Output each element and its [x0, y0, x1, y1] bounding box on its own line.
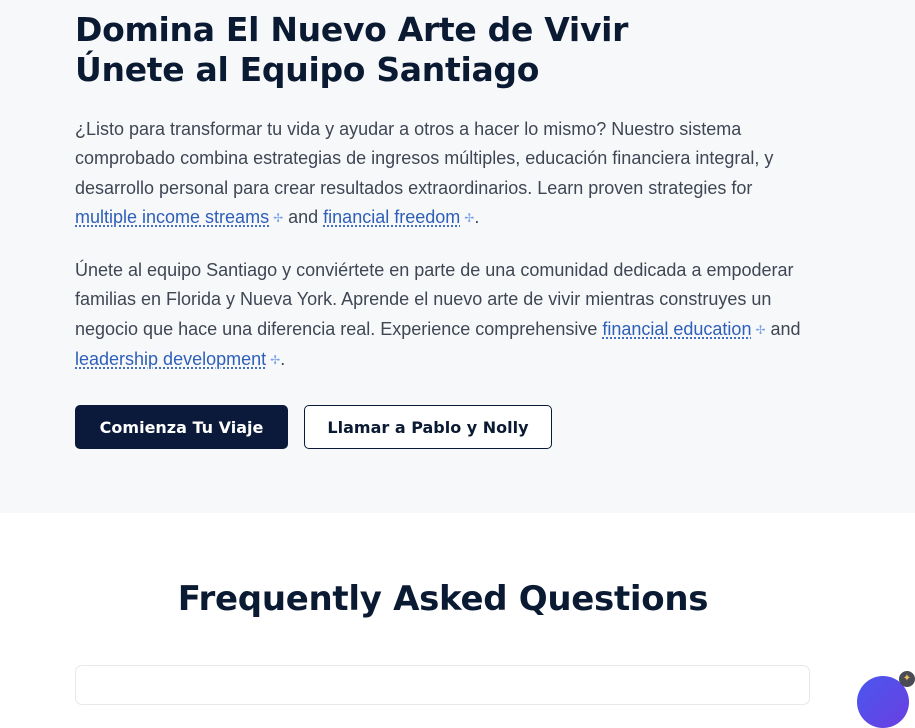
call-pablo-nolly-button[interactable]: Llamar a Pablo y Nolly [304, 405, 552, 449]
hero-title-line2: Únete al Equipo Santiago [75, 50, 540, 89]
sparkle-icon: ✢ [755, 322, 766, 337]
faq-title: Frequently Asked Questions [177, 579, 709, 619]
link-multiple-income-streams[interactable]: multiple income streams [75, 207, 269, 227]
link-leadership-development[interactable]: leadership development [75, 349, 266, 369]
join-paragraph: Únete al equipo Santiago y conviértete e… [75, 256, 815, 375]
hero-section: Domina El Nuevo Arte de Vivir Únete al E… [0, 0, 915, 513]
sparkle-icon: ✢ [273, 210, 284, 225]
join-end: . [280, 348, 286, 369]
intro-paragraph: ¿Listo para transformar tu vida y ayudar… [75, 115, 815, 233]
intro-end: . [474, 206, 480, 227]
sparkle-badge-icon: ✦ [899, 671, 915, 687]
sparkle-icon: ✢ [270, 352, 281, 367]
hero-title: Domina El Nuevo Arte de Vivir Únete al E… [75, 10, 628, 90]
faq-item[interactable] [75, 665, 810, 705]
sparkle-icon: ✢ [464, 210, 475, 225]
hero-title-line1: Domina El Nuevo Arte de Vivir [75, 10, 629, 49]
faq-section: Frequently Asked Questions [0, 513, 915, 705]
intro-text: ¿Listo para transformar tu vida y ayudar… [75, 119, 774, 198]
start-journey-button[interactable]: Comienza Tu Viaje [75, 405, 288, 449]
link-financial-education[interactable]: financial education [602, 319, 751, 339]
link-financial-freedom[interactable]: financial freedom [323, 207, 460, 227]
join-and: and [765, 318, 801, 339]
intro-and: and [283, 206, 324, 227]
